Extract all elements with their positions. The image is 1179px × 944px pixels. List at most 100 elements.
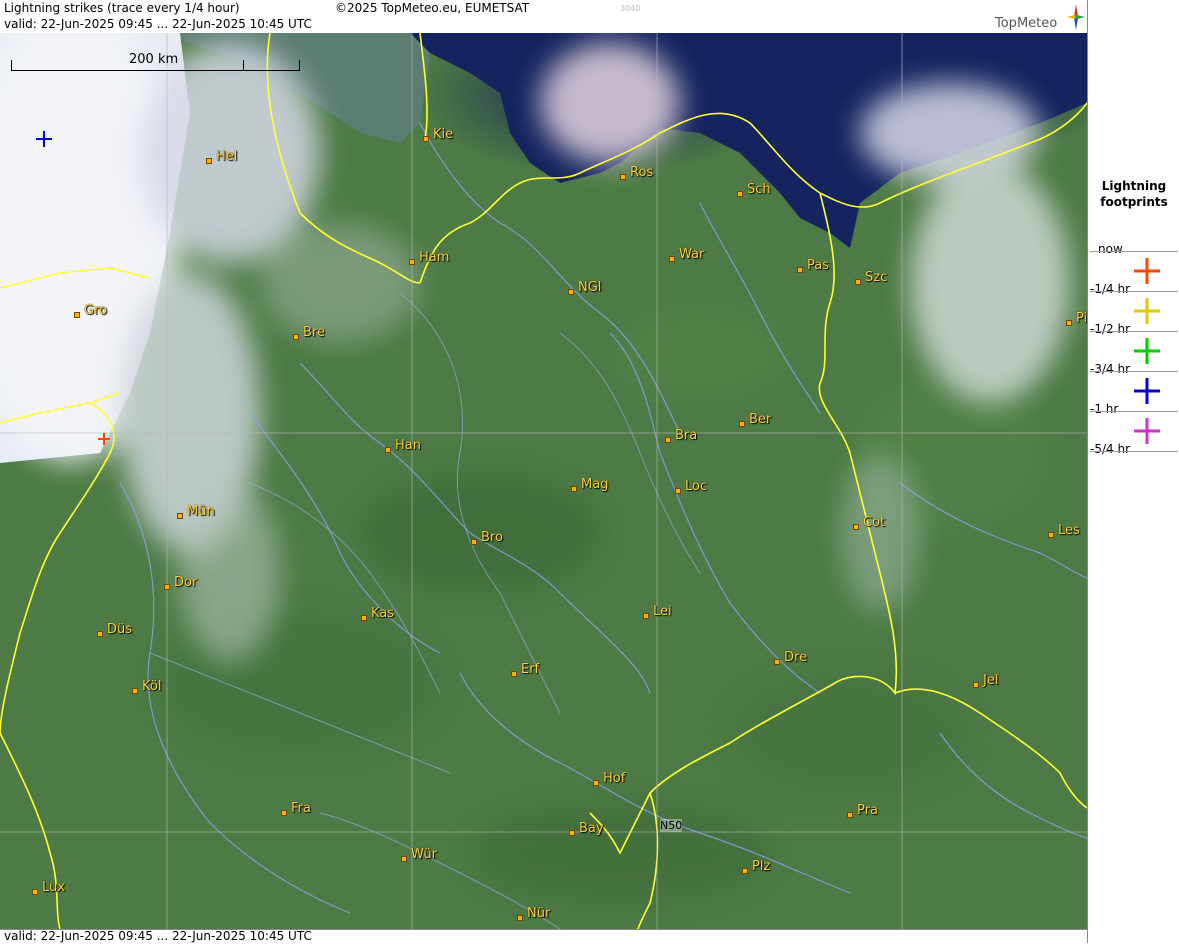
legend-title-text: Lightning footprints (1100, 179, 1168, 209)
city-marker: Jel (973, 673, 998, 688)
header-bar: Lightning strikes (trace every 1/4 hour)… (0, 0, 1087, 34)
city-marker: Les (1048, 523, 1080, 538)
legend-panel: Lightning footprints now -1/4 hr -1/2 hr… (1087, 0, 1179, 943)
city-dot-icon (742, 867, 748, 874)
city-dot-icon (797, 266, 803, 273)
city-marker: Han (385, 438, 421, 453)
scale-label: 200 km (129, 52, 179, 67)
city-dot-icon (361, 614, 367, 621)
city-dot-icon (665, 436, 671, 443)
city-dot-icon (471, 538, 477, 545)
city-dot-icon (401, 855, 407, 862)
city-marker: Kie (423, 127, 453, 142)
legend-label-now: now (1098, 242, 1123, 256)
city-dot-icon (774, 658, 780, 665)
legend-label-half: -1/2 hr (1090, 322, 1130, 336)
map-code: 3040 (620, 4, 641, 13)
map-title: Lightning strikes (trace every 1/4 hour) (4, 1, 240, 15)
city-dot-icon (281, 809, 287, 816)
city-marker: Gro (74, 303, 107, 318)
city-marker: Bre (293, 325, 325, 340)
legend-cross-icon (1134, 418, 1160, 444)
legend-divider (1090, 331, 1178, 332)
legend-divider (1090, 371, 1178, 372)
city-marker: Cot (853, 515, 885, 530)
city-dot-icon (593, 779, 599, 786)
copyright: ©2025 TopMeteo.eu, EUMETSAT (335, 1, 530, 15)
city-marker: NGl (568, 280, 601, 295)
city-dot-icon (97, 630, 103, 637)
legend-divider (1090, 251, 1178, 252)
city-marker: Pas (797, 258, 829, 273)
city-dot-icon (973, 681, 979, 688)
city-dot-icon (511, 670, 517, 677)
city-marker: Pra (847, 803, 878, 818)
city-dot-icon (385, 446, 391, 453)
city-dot-icon (568, 288, 574, 295)
footer-valid-time: valid: 22-Jun-2025 09:45 ... 22-Jun-2025… (4, 929, 312, 943)
city-marker: Erf (511, 662, 539, 677)
city-marker: Fra (281, 801, 311, 816)
city-marker: Pi (1066, 311, 1087, 326)
lightning-strike[interactable] (35, 130, 53, 148)
legend-label-quarter: -1/4 hr (1090, 282, 1130, 296)
footer-bar: valid: 22-Jun-2025 09:45 ... 22-Jun-2025… (0, 929, 1087, 944)
topmeteo-logo[interactable]: TopMeteo (995, 16, 1057, 31)
city-dot-icon (737, 190, 743, 197)
legend-divider (1090, 291, 1178, 292)
city-marker: Hel (206, 149, 237, 164)
legend-divider (1090, 411, 1178, 412)
legend-label-five-quarter: -5/4 hr (1090, 442, 1130, 456)
city-marker: Bay (569, 821, 604, 836)
city-dot-icon (1066, 319, 1072, 326)
city-dot-icon (164, 583, 170, 590)
lightning-map[interactable]: Kie Hel Ros Sch Ham War Pas Szc NGl Gro … (0, 33, 1087, 929)
city-dot-icon (855, 278, 861, 285)
compass-icon (1067, 4, 1085, 30)
city-dot-icon (675, 487, 681, 494)
city-dot-icon (739, 420, 745, 427)
legend-label-three-quarter: -3/4 hr (1090, 362, 1130, 376)
legend-cross-icon (1134, 338, 1160, 364)
city-dot-icon (847, 811, 853, 818)
city-dot-icon (1048, 531, 1054, 538)
city-dot-icon (643, 612, 649, 619)
city-dot-icon (571, 485, 577, 492)
city-marker: War (669, 247, 704, 262)
city-dot-icon (177, 512, 183, 519)
scale-tick (243, 60, 244, 70)
city-marker: Dre (774, 650, 807, 665)
city-dot-icon (206, 157, 212, 164)
city-dot-icon (517, 914, 523, 921)
city-marker: Hof (593, 771, 625, 786)
city-dot-icon (569, 829, 575, 836)
city-marker: Lux (32, 880, 65, 895)
city-marker: Mag (571, 477, 608, 492)
city-marker: Bra (665, 428, 697, 443)
city-dot-icon (74, 311, 80, 318)
city-marker: Sch (737, 182, 771, 197)
city-marker: Ham (409, 250, 449, 265)
city-dot-icon (32, 888, 38, 895)
city-marker: Düs (97, 622, 132, 637)
city-dot-icon (620, 173, 626, 180)
city-dot-icon (853, 523, 859, 530)
valid-time: valid: 22-Jun-2025 09:45 ... 22-Jun-2025… (4, 17, 312, 31)
city-marker: Loc (675, 479, 707, 494)
city-dot-icon (423, 135, 429, 142)
city-marker: Kas (361, 606, 394, 621)
legend-label-one-hour: -1 hr (1090, 402, 1119, 416)
city-dot-icon (669, 255, 675, 262)
city-dot-icon (132, 687, 138, 694)
latitude-label: N50 (660, 819, 683, 832)
legend-cross-icon (1134, 258, 1160, 284)
legend-cross-icon (1134, 378, 1160, 404)
city-dot-icon (293, 333, 299, 340)
city-marker: Ros (620, 165, 653, 180)
city-marker: Mün (177, 504, 215, 519)
satellite-basemap (0, 33, 1087, 929)
lightning-strike[interactable] (97, 432, 111, 446)
city-marker: Bro (471, 530, 503, 545)
legend-title: Lightning footprints (1088, 178, 1179, 210)
legend-divider (1090, 451, 1178, 452)
